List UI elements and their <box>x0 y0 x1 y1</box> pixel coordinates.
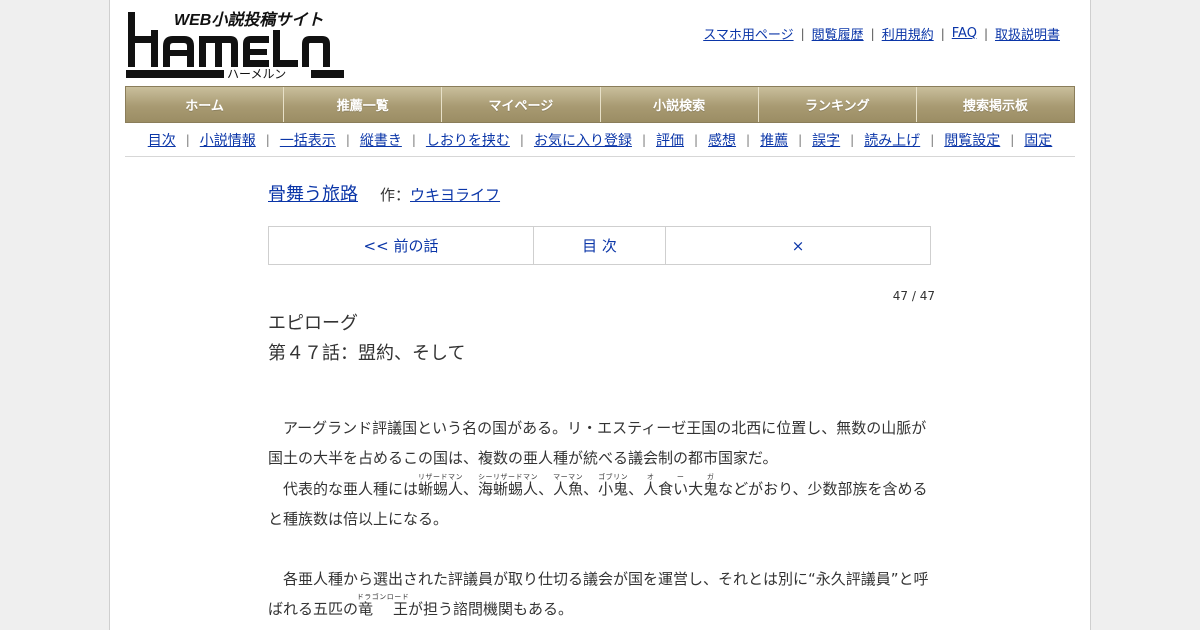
nav-recommendations[interactable]: 推薦一覧 <box>284 87 443 122</box>
ruby-text: 人魚マーマン <box>553 473 584 498</box>
subnav-pin[interactable]: 固定 <box>1024 130 1052 150</box>
nav-ranking[interactable]: ランキング <box>758 87 917 122</box>
chapter-heading: エピローグ 第４７話：盟約、そして <box>268 309 933 369</box>
chapter-part: エピローグ <box>268 313 358 334</box>
episode-body: アーグランド評議国という名の国がある。リ・エスティーゼ王国の北西に位置し、無数の… <box>268 413 933 624</box>
prev-episode-button[interactable]: << 前の話 <box>269 227 534 264</box>
subnav-novel-info[interactable]: 小説情報 <box>200 130 256 150</box>
subnav-favorite[interactable]: お気に入り登録 <box>534 130 632 150</box>
body-paragraph: 各亜人種から選出された評議員が取り仕切る議会が国を運営し、それとは別に“永久評議… <box>268 570 929 618</box>
ruby-text: 人食い大鬼オ ー ガ <box>643 473 719 498</box>
top-links: スマホ用ページ | 閲覧履歴 | 利用規約 | FAQ | 取扱説明書 <box>703 24 1060 43</box>
subnav-bookmark[interactable]: しおりを挟む <box>426 130 510 150</box>
nav-mypage[interactable]: マイページ <box>442 87 601 122</box>
body-paragraph: アーグランド評議国という名の国がある。リ・エスティーゼ王国の北西に位置し、無数の… <box>268 419 927 467</box>
novel-title-link[interactable]: 骨舞う旅路 <box>268 180 358 206</box>
novel-header: 骨舞う旅路 作： ウキヨライフ <box>268 180 933 206</box>
author-link[interactable]: ウキヨライフ <box>410 184 500 205</box>
link-history[interactable]: 閲覧履歴 <box>812 24 864 43</box>
hameln-logo-icon: WEB小説投稿サイト ハーメルン <box>126 11 344 81</box>
subnav-recommend[interactable]: 推薦 <box>760 130 788 150</box>
subnav-toc[interactable]: 目次 <box>148 130 176 150</box>
ruby-text: 竜 王ドラゴンロード <box>356 593 410 618</box>
logo-kana: ハーメルン <box>227 67 286 81</box>
main-nav: ホーム 推薦一覧 マイページ 小説検索 ランキング 捜索掲示板 <box>125 86 1075 123</box>
toc-button[interactable]: 目 次 <box>534 227 666 264</box>
chapter-title: 第４７話：盟約、そして <box>268 343 466 364</box>
novel-sub-nav: 目次 | 小説情報 | 一括表示 | 縦書き | しおりを挟む | お気に入り登… <box>125 123 1075 157</box>
link-smartphone-page[interactable]: スマホ用ページ <box>703 24 793 43</box>
episode-pager: << 前の話 目 次 × <box>268 226 931 265</box>
nav-home[interactable]: ホーム <box>126 87 285 122</box>
close-icon[interactable]: × <box>666 227 930 264</box>
link-terms[interactable]: 利用規約 <box>882 24 934 43</box>
nav-novel-search[interactable]: 小説検索 <box>600 87 759 122</box>
body-paragraph: 代表的な亜人種には蜥蜴人リザードマン、海蜥蜴人シーリザードマン、人魚マーマン、小… <box>268 473 928 528</box>
subnav-rating[interactable]: 評価 <box>656 130 684 150</box>
logo-tagline: WEB小説投稿サイト <box>174 11 323 29</box>
page-container: WEB小説投稿サイト ハーメルン スマホ用ページ | 閲覧履歴 | 利用規約 |… <box>109 0 1091 630</box>
ruby-text: 小鬼ゴブリン <box>598 473 629 498</box>
subnav-vertical[interactable]: 縦書き <box>360 130 402 150</box>
episode-counter: 47 / 47 <box>892 289 935 303</box>
ruby-text: 蜥蜴人リザードマン <box>418 473 464 498</box>
author-label: 作： <box>380 186 411 204</box>
episode-content: 骨舞う旅路 作： ウキヨライフ << 前の話 目 次 × 47 / 47 エピロ… <box>268 180 935 624</box>
link-faq[interactable]: FAQ <box>952 26 977 41</box>
nav-search-board[interactable]: 捜索掲示板 <box>916 87 1075 122</box>
subnav-view-settings[interactable]: 閲覧設定 <box>944 130 1000 150</box>
ruby-text: 海蜥蜴人シーリザードマン <box>478 473 539 498</box>
link-manual[interactable]: 取扱説明書 <box>995 24 1060 43</box>
subnav-show-all[interactable]: 一括表示 <box>280 130 336 150</box>
site-logo[interactable]: WEB小説投稿サイト ハーメルン <box>126 10 346 82</box>
subnav-read-aloud[interactable]: 読み上げ <box>864 130 920 150</box>
subnav-typo[interactable]: 誤字 <box>812 130 840 150</box>
subnav-comments[interactable]: 感想 <box>708 130 736 150</box>
